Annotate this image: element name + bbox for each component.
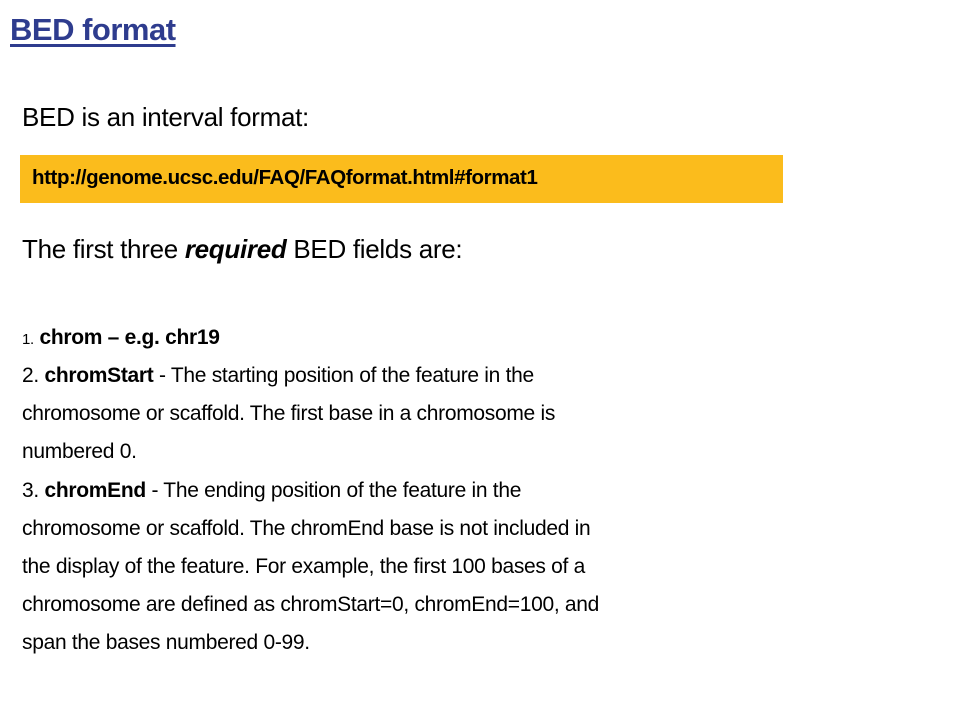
field-name: chromStart: [44, 364, 154, 387]
field-description-line: chromosome or scaffold. The first base i…: [22, 402, 556, 425]
fields-heading-pre: The first three: [22, 234, 185, 264]
field-chrom: 1. chrom – e.g. chr19: [22, 326, 220, 350]
field-description-line: - The ending position of the feature in …: [145, 479, 522, 502]
field-chromend: 3. chromEnd - The ending position of the…: [22, 479, 521, 503]
intro-text: BED is an interval format:: [22, 102, 309, 132]
field-number: 3.: [22, 479, 39, 502]
slide: BED format BED is an interval format: ht…: [0, 0, 960, 720]
format-url-link[interactable]: http://genome.ucsc.edu/FAQ/FAQformat.htm…: [32, 166, 538, 190]
field-name: chromEnd: [44, 479, 146, 502]
fields-heading-post: BED fields are:: [286, 234, 463, 264]
fields-heading-emphasis: required: [184, 234, 287, 264]
field-number: 1.: [22, 331, 34, 348]
field-description-line: chromosome or scaffold. The chromEnd bas…: [22, 517, 591, 540]
field-number: 2.: [22, 364, 39, 387]
url-highlight-box: http://genome.ucsc.edu/FAQ/FAQformat.htm…: [20, 155, 783, 203]
field-name: chrom – e.g. chr19: [39, 326, 220, 349]
slide-title: BED format: [10, 12, 176, 47]
field-description-line: - The starting position of the feature i…: [153, 364, 534, 387]
field-description-line: chromosome are defined as chromStart=0, …: [22, 593, 600, 616]
field-description-line: span the bases numbered 0-99.: [22, 631, 310, 654]
field-description-line: numbered 0.: [22, 440, 137, 463]
fields-heading: The first three required BED fields are:: [22, 234, 463, 265]
field-chromstart: 2. chromStart - The starting position of…: [22, 364, 534, 388]
field-description-line: the display of the feature. For example,…: [22, 555, 585, 578]
